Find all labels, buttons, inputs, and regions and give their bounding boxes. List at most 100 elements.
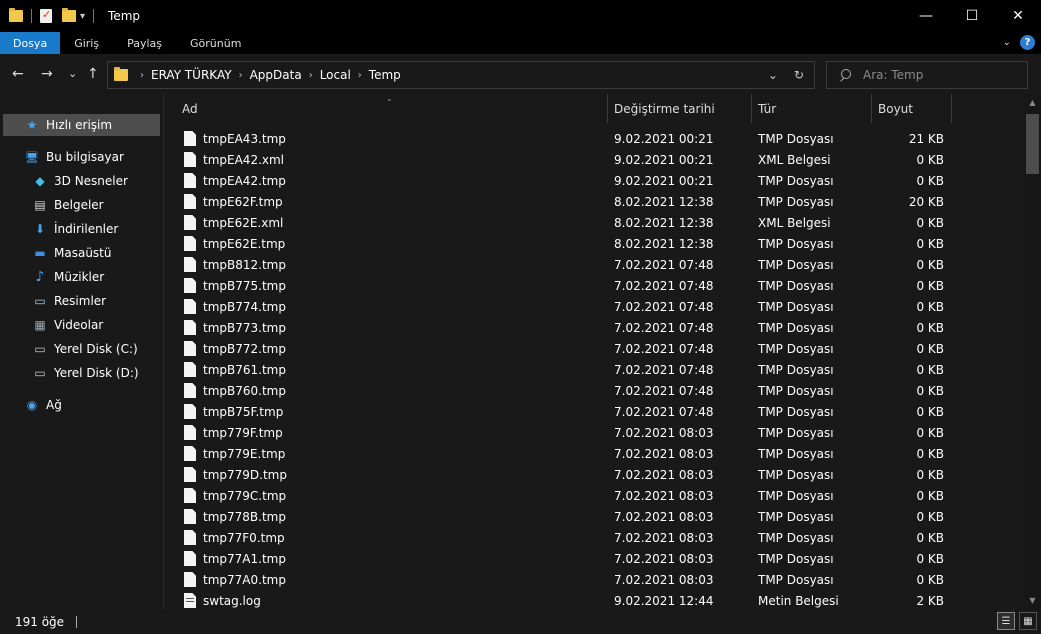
sidebar-item-downloads[interactable]: ⬇ İndirilenler [32, 218, 118, 240]
file-name-cell[interactable]: tmpEA42.xml [184, 152, 284, 167]
breadcrumb-chevron-icon[interactable]: › [140, 70, 144, 81]
file-name-cell[interactable]: tmpE62E.xml [184, 215, 283, 230]
tab-file[interactable]: Dosya [0, 32, 61, 54]
breadcrumb-local[interactable]: Local [320, 68, 351, 82]
refresh-icon[interactable]: ↻ [794, 68, 804, 82]
file-name-cell[interactable]: tmp77A0.tmp [184, 572, 286, 587]
file-name-cell[interactable]: tmp77A1.tmp [184, 551, 286, 566]
breadcrumb-chevron-icon[interactable]: › [309, 70, 313, 81]
sidebar-item-music[interactable]: ♪ Müzikler [32, 266, 105, 288]
close-button[interactable]: ✕ [995, 0, 1041, 32]
file-name-cell[interactable]: swtag.log [184, 593, 261, 608]
scroll-down-arrow-icon[interactable]: ▼ [1024, 592, 1041, 609]
forward-arrow-icon[interactable]: → [41, 66, 53, 82]
sidebar-item-pictures[interactable]: ▭ Resimler [32, 290, 106, 312]
table-row[interactable]: tmpB75F.tmp 7.02.2021 07:48 TMP Dosyası 0 K… [164, 401, 1024, 422]
table-row[interactable]: tmpEA42.xml 9.02.2021 00:21 XML Belgesi 0 K… [164, 149, 1024, 170]
table-row[interactable]: tmpB760.tmp 7.02.2021 07:48 TMP Dosyası 0 K… [164, 380, 1024, 401]
column-header-date[interactable]: Değiştirme tarihi [608, 94, 752, 123]
table-row[interactable]: tmpB772.tmp 7.02.2021 07:48 TMP Dosyası 0 K… [164, 338, 1024, 359]
column-header-type[interactable]: Tür [752, 94, 872, 123]
table-row[interactable]: tmpE62F.tmp 8.02.2021 12:38 TMP Dosyası 20 … [164, 191, 1024, 212]
table-row[interactable]: tmpE62E.xml 8.02.2021 12:38 XML Belgesi 0 K… [164, 212, 1024, 233]
table-row[interactable]: tmp778B.tmp 7.02.2021 08:03 TMP Dosyası 0 K… [164, 506, 1024, 527]
column-header-name[interactable]: Ad [176, 94, 608, 123]
file-name-cell[interactable]: tmpB760.tmp [184, 383, 286, 398]
file-name-cell[interactable]: tmpB812.tmp [184, 257, 286, 272]
large-icons-view-icon[interactable]: ▦ [1019, 612, 1037, 630]
sidebar-item-this-pc[interactable]: 🖥 Bu bilgisayar [24, 146, 124, 168]
table-row[interactable]: tmpB775.tmp 7.02.2021 07:48 TMP Dosyası 0 K… [164, 275, 1024, 296]
file-name-cell[interactable]: tmp779D.tmp [184, 467, 287, 482]
table-row[interactable]: tmp779D.tmp 7.02.2021 08:03 TMP Dosyası 0 K… [164, 464, 1024, 485]
table-row[interactable]: tmp779E.tmp 7.02.2021 08:03 TMP Dosyası 0 K… [164, 443, 1024, 464]
help-icon[interactable]: ? [1020, 35, 1035, 50]
minimize-button[interactable]: — [903, 0, 949, 32]
file-name-cell[interactable]: tmp779F.tmp [184, 425, 283, 440]
vertical-scrollbar[interactable]: ▲ ▼ [1024, 94, 1041, 609]
recent-locations-chevron-icon[interactable]: ⌄ [68, 67, 77, 80]
sidebar-item-desktop[interactable]: ▬ Masaüstü [32, 242, 111, 264]
table-row[interactable]: tmpEA43.tmp 9.02.2021 00:21 TMP Dosyası 21 … [164, 128, 1024, 149]
sidebar-item-quick-access[interactable]: ★ Hızlı erişim [24, 114, 112, 136]
properties-icon[interactable] [40, 8, 52, 23]
scrollbar-thumb[interactable] [1026, 114, 1039, 174]
table-row[interactable]: tmpB774.tmp 7.02.2021 07:48 TMP Dosyası 0 K… [164, 296, 1024, 317]
file-name-cell[interactable]: tmp77F0.tmp [184, 530, 285, 545]
table-row[interactable]: tmpB773.tmp 7.02.2021 07:48 TMP Dosyası 0 K… [164, 317, 1024, 338]
sidebar-item-3d-objects[interactable]: ◆ 3D Nesneler [32, 170, 128, 192]
table-row[interactable]: tmpEA42.tmp 9.02.2021 00:21 TMP Dosyası 0 K… [164, 170, 1024, 191]
table-row[interactable]: tmpB812.tmp 7.02.2021 07:48 TMP Dosyası 0 K… [164, 254, 1024, 275]
file-name-cell[interactable]: tmpB772.tmp [184, 341, 286, 356]
table-row[interactable]: tmp77F0.tmp 7.02.2021 08:03 TMP Dosyası 0 K… [164, 527, 1024, 548]
sidebar-item-drive-d[interactable]: ▭ Yerel Disk (D:) [32, 362, 138, 384]
file-name-cell[interactable]: tmpB75F.tmp [184, 404, 283, 419]
new-folder-icon[interactable] [62, 8, 76, 22]
file-name-cell[interactable]: tmpB773.tmp [184, 320, 286, 335]
file-type: XML Belgesi [758, 215, 831, 230]
breadcrumb-chevron-icon[interactable]: › [358, 70, 362, 81]
back-arrow-icon[interactable]: ← [12, 66, 24, 82]
table-row[interactable]: tmp779F.tmp 7.02.2021 08:03 TMP Dosyası 0 K… [164, 422, 1024, 443]
file-name-cell[interactable]: tmpEA42.tmp [184, 173, 286, 188]
maximize-button[interactable]: ☐ [949, 0, 995, 32]
address-dropdown-chevron-icon[interactable]: ⌄ [768, 68, 778, 82]
sidebar-item-documents[interactable]: ▤ Belgeler [32, 194, 103, 216]
table-row[interactable]: tmp77A1.tmp 7.02.2021 08:03 TMP Dosyası 0 K… [164, 548, 1024, 569]
breadcrumb-appdata[interactable]: AppData [250, 68, 302, 82]
table-row[interactable]: tmp779C.tmp 7.02.2021 08:03 TMP Dosyası 0 K… [164, 485, 1024, 506]
tab-home[interactable]: Giriş [60, 32, 113, 54]
breadcrumb-temp[interactable]: Temp [369, 68, 401, 82]
search-box[interactable]: Ara: Temp [826, 61, 1028, 89]
file-name-cell[interactable]: tmp778B.tmp [184, 509, 286, 524]
sidebar-item-network[interactable]: ◉ Ağ [24, 394, 62, 416]
table-row[interactable]: tmp77A0.tmp 7.02.2021 08:03 TMP Dosyası 0 K… [164, 569, 1024, 590]
up-arrow-icon[interactable]: ↑ [87, 66, 99, 82]
column-header-size[interactable]: Boyut [872, 94, 952, 123]
sidebar-item-label: Müzikler [54, 270, 105, 284]
file-name-cell[interactable]: tmpEA43.tmp [184, 131, 286, 146]
file-name-cell[interactable]: tmpE62E.tmp [184, 236, 285, 251]
tab-share[interactable]: Paylaş [113, 32, 176, 54]
details-view-icon[interactable]: ☰ [997, 612, 1015, 630]
file-type: TMP Dosyası [758, 341, 834, 356]
file-name-cell[interactable]: tmp779C.tmp [184, 488, 286, 503]
breadcrumb-user[interactable]: ERAY TÜRKAY [151, 68, 232, 82]
file-name-cell[interactable]: tmpB775.tmp [184, 278, 286, 293]
sidebar-item-videos[interactable]: ▦ Videolar [32, 314, 103, 336]
file-name-cell[interactable]: tmpE62F.tmp [184, 194, 283, 209]
file-name-cell[interactable]: tmpB774.tmp [184, 299, 286, 314]
sidebar-item-drive-c[interactable]: ▭ Yerel Disk (C:) [32, 338, 137, 360]
search-input[interactable]: Ara: Temp [863, 68, 923, 82]
address-bar[interactable]: › ERAY TÜRKAY › AppData › Local › Temp ⌄… [107, 61, 815, 89]
table-row[interactable]: tmpE62E.tmp 8.02.2021 12:38 TMP Dosyası 0 K… [164, 233, 1024, 254]
breadcrumb-chevron-icon[interactable]: › [239, 70, 243, 81]
file-name-cell[interactable]: tmp779E.tmp [184, 446, 285, 461]
customize-toolbar-chevron-icon[interactable]: ▾ [80, 11, 85, 22]
table-row[interactable]: tmpB761.tmp 7.02.2021 07:48 TMP Dosyası 0 K… [164, 359, 1024, 380]
expand-ribbon-chevron-icon[interactable]: ⌄ [1003, 37, 1011, 48]
table-row[interactable]: swtag.log 9.02.2021 12:44 Metin Belgesi 2 K… [164, 590, 1024, 609]
scroll-up-arrow-icon[interactable]: ▲ [1024, 94, 1041, 111]
file-name-cell[interactable]: tmpB761.tmp [184, 362, 286, 377]
tab-view[interactable]: Görünüm [176, 32, 255, 54]
